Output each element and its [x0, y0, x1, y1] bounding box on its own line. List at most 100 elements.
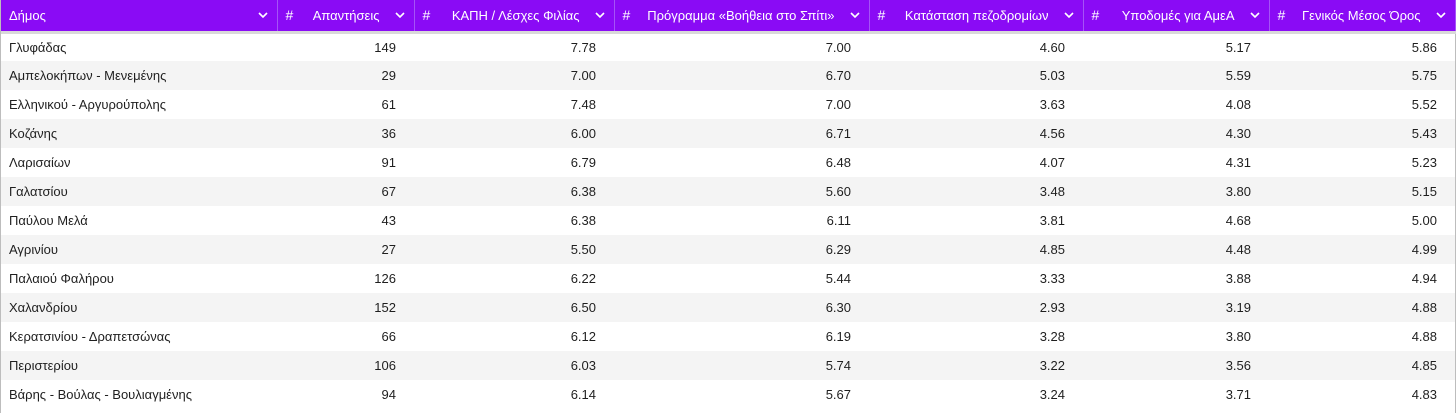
column-header-2[interactable]: # ΚΑΠΗ / Λέσχες Φιλίας: [414, 0, 615, 34]
column-header-4[interactable]: # Κατάσταση πεζοδρομίων: [869, 0, 1084, 34]
value-cell: 3.48: [869, 177, 1083, 206]
table-row[interactable]: Βάρης - Βούλας - Βουλιαγμένης 94 6.14 5.67 3…: [1, 380, 1455, 409]
value-cell: 3.28: [1039, 329, 1065, 344]
column-header-label: Υποδομές για ΑμεΑ: [1121, 7, 1235, 23]
numeric-type-icon: #: [1091, 7, 1100, 24]
municipality-cell: Παλαιού Φαλήρου: [9, 271, 114, 286]
value-cell: 5.43: [1269, 119, 1455, 148]
chevron-down-icon[interactable]: [594, 9, 606, 21]
value-cell: 4.85: [1269, 351, 1455, 380]
value-cell: 7.48: [570, 97, 596, 112]
municipality-cell: Γαλατσίου: [1, 177, 277, 206]
municipality-cell: Αμπελοκήπων - Μενεμένης: [1, 61, 277, 90]
value-cell: 4.56: [869, 119, 1083, 148]
chevron-down-icon[interactable]: [257, 9, 269, 21]
numeric-type-icon: #: [877, 7, 886, 24]
value-cell: 3.88: [1225, 271, 1251, 286]
value-cell: 5.59: [1083, 61, 1269, 90]
value-cell: 126: [374, 271, 396, 286]
chevron-down-icon[interactable]: [1063, 9, 1075, 21]
municipality-cell: Χαλανδρίου: [1, 293, 277, 322]
table-row[interactable]: Κερατσινίου - Δραπετσώνας 66 6.12 6.19 3.28 3…: [1, 322, 1455, 351]
value-cell: 43: [381, 213, 396, 228]
value-cell: 91: [381, 155, 396, 170]
table-row[interactable]: Ελληνικού - Αργυρούπολης 61 7.48 7.00 3.63 4.…: [1, 90, 1455, 119]
value-cell: 4.48: [1083, 235, 1269, 264]
chevron-down-icon[interactable]: [394, 9, 406, 21]
value-cell: 3.24: [1039, 387, 1065, 402]
value-cell: 5.17: [1225, 39, 1251, 55]
table-row[interactable]: Αγρινίου 27 5.50 6.29 4.85 4.48 4.99: [1, 235, 1455, 264]
column-header-0[interactable]: Δήμος: [1, 0, 278, 34]
value-cell: 5.86: [1411, 39, 1437, 55]
column-header-label: Απαντήσεις: [312, 7, 380, 23]
municipality-cell: Περιστερίου: [1, 351, 277, 380]
value-cell: 5.23: [1411, 155, 1437, 170]
value-cell: 2.93: [869, 293, 1083, 322]
value-cell: 152: [277, 293, 414, 322]
numeric-type-icon: #: [285, 7, 294, 24]
value-cell: 3.22: [869, 351, 1083, 380]
numeric-type-icon: #: [422, 7, 431, 24]
value-cell: 5.67: [825, 387, 851, 402]
column-header-6[interactable]: # Γενικός Μέσος Όρος: [1269, 0, 1456, 34]
table-row[interactable]: Γλυφάδας 149 7.78 7.00 4.60 5.17 5.86: [1, 32, 1455, 61]
value-cell: 4.30: [1083, 119, 1269, 148]
table-row[interactable]: Περιστερίου 106 6.03 5.74 3.22 3.56 4.85: [1, 351, 1455, 380]
column-header-label: Πρόγραμμα «Βοήθεια στο Σπίτι»: [647, 7, 835, 23]
municipality-cell: Λαρισαίων: [9, 155, 71, 170]
header-row: Δήμος # Απαντήσεις # ΚΑΠΗ / Λέσχες Φιλίας # Πρ…: [1, 0, 1456, 34]
municipality-cell: Κοζάνης: [1, 119, 277, 148]
column-header-1[interactable]: # Απαντήσεις: [277, 0, 415, 34]
value-cell: 4.31: [1225, 155, 1251, 170]
value-cell: 5.50: [414, 235, 614, 264]
table-row[interactable]: Παλαιού Φαλήρου 126 6.22 5.44 3.33 3.88 4.94: [1, 264, 1455, 293]
table-row[interactable]: Λαρισαίων 91 6.79 6.48 4.07 4.31 5.23: [1, 148, 1455, 177]
municipality-cell: Βάρης - Βούλας - Βουλιαγμένης: [9, 387, 192, 402]
value-cell: 6.03: [414, 351, 614, 380]
table-row[interactable]: Αμπελοκήπων - Μενεμένης 29 7.00 6.70 5.03 5.5…: [1, 61, 1455, 90]
value-cell: 4.88: [1269, 293, 1455, 322]
value-cell: 6.38: [570, 213, 596, 228]
column-header-label: Κατάσταση πεζοδρομίων: [904, 7, 1049, 23]
table-row[interactable]: Παύλου Μελά 43 6.38 6.11 3.81 4.68 5.00: [1, 206, 1455, 235]
value-cell: 6.22: [570, 271, 596, 286]
column-header-5[interactable]: # Υποδομές για ΑμεΑ: [1083, 0, 1270, 34]
value-cell: 3.71: [1225, 387, 1251, 402]
value-cell: 6.19: [825, 329, 851, 344]
value-cell: 6.79: [570, 155, 596, 170]
table-row[interactable]: Γαλατσίου 67 6.38 5.60 3.48 3.80 5.15: [1, 177, 1455, 206]
value-cell: 4.99: [1269, 235, 1455, 264]
chevron-down-icon[interactable]: [849, 9, 861, 21]
value-cell: 3.81: [1039, 213, 1065, 228]
data-table-frame: Δήμος # Απαντήσεις # ΚΑΠΗ / Λέσχες Φιλίας # Πρ…: [0, 0, 1456, 413]
value-cell: 4.83: [1411, 387, 1437, 402]
value-cell: 5.52: [1411, 97, 1437, 112]
table-row[interactable]: Χαλανδρίου 152 6.50 6.30 2.93 3.19 4.88: [1, 293, 1455, 322]
value-cell: 7.00: [825, 97, 851, 112]
value-cell: 3.80: [1225, 329, 1251, 344]
value-cell: 3.56: [1083, 351, 1269, 380]
value-cell: 6.71: [614, 119, 869, 148]
numeric-type-icon: #: [1277, 7, 1286, 24]
value-cell: 106: [277, 351, 414, 380]
value-cell: 7.78: [570, 39, 596, 55]
value-cell: 4.85: [869, 235, 1083, 264]
table-row[interactable]: Κοζάνης 36 6.00 6.71 4.56 4.30 5.43: [1, 119, 1455, 148]
value-cell: 67: [277, 177, 414, 206]
data-table: Δήμος # Απαντήσεις # ΚΑΠΗ / Λέσχες Φιλίας # Πρ…: [1, 0, 1456, 409]
value-cell: 7.00: [414, 61, 614, 90]
value-cell: 5.15: [1269, 177, 1455, 206]
column-header-3[interactable]: # Πρόγραμμα «Βοήθεια στο Σπίτι»: [614, 0, 870, 34]
value-cell: 5.75: [1269, 61, 1455, 90]
value-cell: 4.88: [1411, 329, 1437, 344]
numeric-type-icon: #: [622, 7, 631, 24]
value-cell: 36: [277, 119, 414, 148]
chevron-down-icon[interactable]: [1435, 9, 1447, 21]
value-cell: 6.12: [570, 329, 596, 344]
value-cell: 6.30: [614, 293, 869, 322]
chevron-down-icon[interactable]: [1249, 9, 1261, 21]
column-header-label: ΚΑΠΗ / Λέσχες Φιλίας: [451, 7, 580, 23]
value-cell: 27: [277, 235, 414, 264]
value-cell: 6.14: [570, 387, 596, 402]
